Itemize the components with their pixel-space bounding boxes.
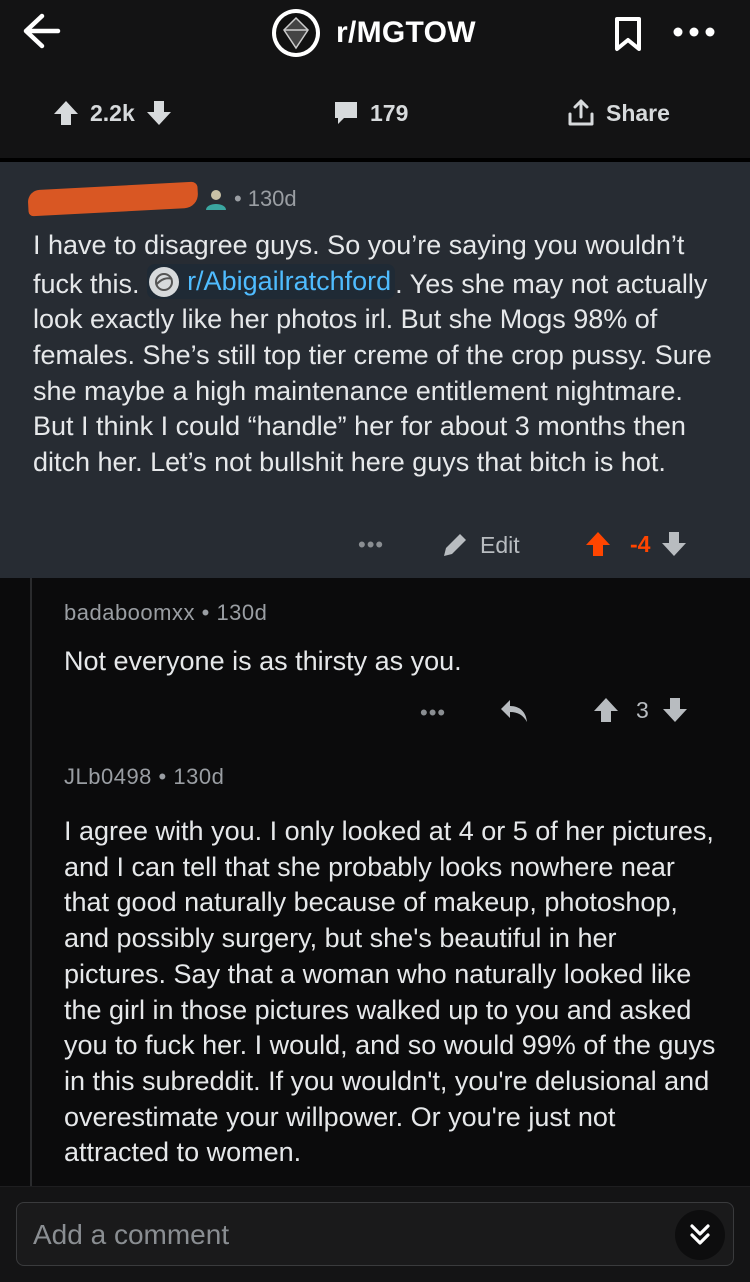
reply-score: 3 [636, 696, 649, 723]
comment-text-part2: . Yes she may not actually look exactly … [33, 268, 712, 478]
comment-score: -4 [630, 530, 651, 557]
upvote-icon[interactable] [592, 696, 620, 724]
comments-button[interactable]: 179 [332, 96, 418, 130]
highlighted-comment: • 130d I have to disagree guys. So you’r… [0, 162, 750, 578]
reply-meta: JLb0498 • 130d [64, 764, 724, 790]
reply-comment: badaboomxx • 130d Not everyone is as thi… [64, 600, 724, 680]
post-upvote-count: 2.2k [90, 99, 135, 126]
add-comment-input[interactable]: Add a comment [16, 1202, 734, 1266]
upvote-icon[interactable] [52, 99, 80, 127]
user-icon [206, 190, 226, 210]
reply-body: I agree with you. I only looked at 4 or … [64, 816, 716, 1168]
reply-time: 130d [216, 600, 268, 625]
post-vote-group: 2.2k [52, 96, 173, 130]
subreddit-name: r/MGTOW [336, 16, 476, 49]
downvote-icon[interactable] [660, 530, 688, 558]
subreddit-link-text: r/Abigailratchford [187, 265, 392, 296]
comment-icon [335, 102, 357, 124]
more-options-icon[interactable] [672, 26, 716, 38]
edit-button[interactable]: Edit [440, 530, 520, 560]
comment-vote-group: -4 [584, 530, 688, 558]
top-bar: r/MGTOW [0, 0, 750, 66]
share-button[interactable]: Share [566, 96, 680, 130]
reply-author[interactable]: badaboomxx [64, 600, 195, 625]
comment-meta: • 130d [27, 181, 297, 217]
subreddit-link[interactable]: r/Abigailratchford [147, 263, 396, 300]
downvote-icon[interactable] [661, 696, 689, 724]
comment-body: I have to disagree guys. So you’re sayin… [33, 228, 723, 481]
pencil-icon [444, 534, 466, 556]
back-arrow-icon[interactable] [18, 10, 64, 52]
reply-icon[interactable] [498, 696, 530, 726]
reply-time: 130d [173, 764, 225, 789]
thread-line [30, 578, 32, 1188]
more-actions-button[interactable]: ••• [420, 700, 446, 726]
bookmark-icon[interactable] [612, 16, 644, 52]
reply-author[interactable]: JLb0498 [64, 764, 152, 789]
share-icon [568, 99, 594, 126]
upvote-active-icon[interactable] [584, 530, 612, 558]
subreddit-globe-icon [149, 266, 180, 297]
downvote-icon[interactable] [145, 99, 173, 127]
subreddit-avatar [272, 9, 320, 57]
comment-time: 130d [247, 186, 297, 211]
share-label: Share [606, 99, 670, 126]
subreddit-header[interactable]: r/MGTOW [272, 8, 476, 58]
reply-body: Not everyone is as thirsty as you. [64, 646, 462, 676]
add-comment-placeholder: Add a comment [33, 1219, 230, 1250]
edit-label: Edit [480, 531, 520, 558]
more-actions-button[interactable]: ••• [358, 532, 384, 558]
reply-vote-group: 3 [592, 696, 689, 724]
double-chevron-down-icon [690, 1224, 710, 1245]
comment-count: 179 [370, 99, 409, 126]
meta-separator: • [234, 186, 242, 211]
jump-down-button[interactable] [675, 1210, 725, 1260]
comment-actions: ••• Edit -4 [0, 530, 750, 566]
reply-comment: JLb0498 • 130d I agree with you. I only … [64, 764, 724, 1186]
post-action-bar: 2.2k 179 Share [0, 66, 750, 158]
redacted-username [27, 181, 199, 217]
meta-separator: • [201, 600, 210, 625]
reply-meta: badaboomxx • 130d [64, 600, 724, 626]
meta-separator: • [158, 764, 167, 789]
